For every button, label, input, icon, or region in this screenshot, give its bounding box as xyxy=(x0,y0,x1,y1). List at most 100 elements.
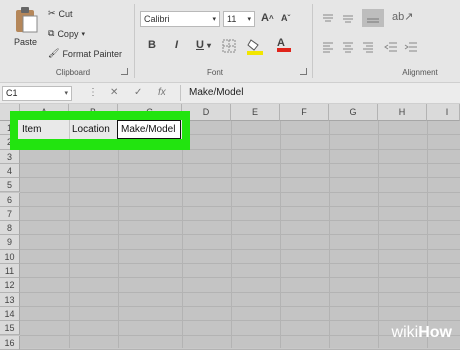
font-group-label: Font xyxy=(206,68,223,77)
row-header-15[interactable]: 15 xyxy=(0,321,20,336)
grid-line xyxy=(20,234,460,236)
grid-line xyxy=(20,291,460,293)
row-header-12[interactable]: 12 xyxy=(0,278,20,293)
row-header-9[interactable]: 9 xyxy=(0,235,20,250)
grid-line xyxy=(20,220,460,222)
ribbon: Paste ✂ Cut ⧉ Copy ▾ 🖌 Format Painter Cl… xyxy=(0,0,460,82)
chevron-down-icon: ▾ xyxy=(247,16,251,23)
column-header-g[interactable]: G xyxy=(329,104,378,121)
underline-glyph: U xyxy=(196,39,204,51)
align-right-icon[interactable] xyxy=(362,40,374,58)
copy-button[interactable]: ⧉ Copy ▾ xyxy=(48,28,85,39)
column-header-e[interactable]: E xyxy=(231,104,280,121)
watermark-wiki: wiki xyxy=(391,324,419,341)
watermark-how: How xyxy=(418,324,452,341)
cell-a1[interactable]: Item xyxy=(22,124,41,135)
scissors-icon: ✂ xyxy=(48,8,56,18)
grid-line xyxy=(20,277,460,279)
grid-line xyxy=(20,162,460,164)
row-header-3[interactable]: 3 xyxy=(0,149,20,164)
cell-c1[interactable]: Make/Model xyxy=(121,124,175,135)
grid-line xyxy=(20,263,460,264)
wikihow-watermark: wikiHow xyxy=(392,324,452,342)
align-left-icon[interactable] xyxy=(322,40,334,58)
clipboard-dialog-launcher[interactable] xyxy=(121,68,128,75)
align-bottom-button[interactable] xyxy=(362,9,384,27)
fill-color-button[interactable] xyxy=(247,37,263,60)
row-header-11[interactable]: 11 xyxy=(0,264,20,279)
column-header-h[interactable]: H xyxy=(378,104,427,121)
align-top-icon[interactable] xyxy=(322,12,334,30)
align-center-icon[interactable] xyxy=(342,40,354,58)
copy-icon: ⧉ xyxy=(48,28,55,38)
row-header-14[interactable]: 14 xyxy=(0,306,20,322)
alignment-group-label: Alignment xyxy=(402,68,438,77)
font-name-value: Calibri xyxy=(144,14,170,24)
ribbon-divider xyxy=(312,4,313,78)
column-header-i[interactable]: I xyxy=(427,104,460,121)
more-options-icon[interactable]: ⋮ xyxy=(88,87,98,98)
decrease-indent-icon[interactable] xyxy=(384,40,398,58)
increase-font-icon: A xyxy=(261,12,269,24)
font-size-value: 11 xyxy=(227,14,237,24)
row-header-13[interactable]: 13 xyxy=(0,292,20,307)
brush-icon: 🖌 xyxy=(48,48,60,58)
insert-function-button[interactable]: fx xyxy=(158,87,166,98)
paint-bucket-icon xyxy=(247,39,263,55)
paste-icon xyxy=(16,7,38,33)
format-painter-button[interactable]: 🖌 Format Painter xyxy=(48,48,122,59)
up-caret-icon: ^ xyxy=(268,14,274,23)
row-header-7[interactable]: 7 xyxy=(0,206,20,222)
grid-line xyxy=(20,320,460,322)
row-header-5[interactable]: 5 xyxy=(0,178,20,193)
increase-font-size-button[interactable]: A^ xyxy=(261,12,274,24)
borders-icon xyxy=(222,39,236,53)
grid-line xyxy=(20,248,460,250)
formula-bar: C1 ▾ ⋮ ✕ ✓ fx Make/Model xyxy=(0,82,460,104)
name-box-value: C1 xyxy=(6,88,18,98)
format-painter-label: Format Painter xyxy=(62,48,122,59)
align-bottom-icon xyxy=(367,18,379,23)
cell-b1[interactable]: Location xyxy=(72,124,110,135)
chevron-down-icon[interactable]: ▾ xyxy=(81,30,85,38)
paste-label: Paste xyxy=(14,37,38,47)
enter-entry-button[interactable]: ✓ xyxy=(134,87,142,98)
bold-button[interactable]: B xyxy=(148,39,156,51)
font-dialog-launcher[interactable] xyxy=(300,68,307,75)
orientation-button[interactable]: ab↗ xyxy=(392,10,413,23)
name-box[interactable]: C1 ▾ xyxy=(2,86,72,101)
font-size-select[interactable]: 11 ▾ xyxy=(223,11,255,27)
grid-line xyxy=(20,177,460,179)
grid-line xyxy=(20,205,460,207)
column-header-f[interactable]: F xyxy=(280,104,329,121)
cut-label: Cut xyxy=(58,8,73,19)
cancel-entry-button[interactable]: ✕ xyxy=(110,87,118,98)
row-header-10[interactable]: 10 xyxy=(0,249,20,264)
chevron-down-icon: ▾ xyxy=(212,16,216,23)
underline-button[interactable]: U ▾ xyxy=(196,39,211,51)
paste-button[interactable]: Paste xyxy=(10,6,42,50)
row-header-8[interactable]: 8 xyxy=(0,221,20,236)
grid-line xyxy=(20,305,460,307)
align-middle-icon[interactable] xyxy=(342,12,354,30)
row-header-6[interactable]: 6 xyxy=(0,192,20,207)
decrease-font-size-button[interactable]: Aˇ xyxy=(281,13,290,23)
italic-button[interactable]: I xyxy=(175,39,178,51)
copy-label: Copy xyxy=(57,28,79,39)
clipboard-group-label: Clipboard xyxy=(55,68,91,77)
chevron-down-icon: ▾ xyxy=(207,41,212,50)
formula-input[interactable]: Make/Model xyxy=(189,87,243,98)
cell-divider xyxy=(69,120,70,139)
row-header-4[interactable]: 4 xyxy=(0,163,20,179)
font-name-select[interactable]: Calibri ▾ xyxy=(140,11,220,27)
down-caret-icon: ˇ xyxy=(287,14,291,23)
grid-line xyxy=(20,191,460,193)
cut-button[interactable]: ✂ Cut xyxy=(48,8,73,19)
ribbon-divider xyxy=(134,4,135,78)
font-color-button[interactable]: A xyxy=(277,37,291,52)
orientation-icon: ab↗ xyxy=(392,11,414,23)
borders-button[interactable] xyxy=(222,39,236,58)
font-color-glyph: A xyxy=(277,37,285,49)
chevron-down-icon: ▾ xyxy=(64,90,68,97)
increase-indent-icon[interactable] xyxy=(404,40,418,58)
